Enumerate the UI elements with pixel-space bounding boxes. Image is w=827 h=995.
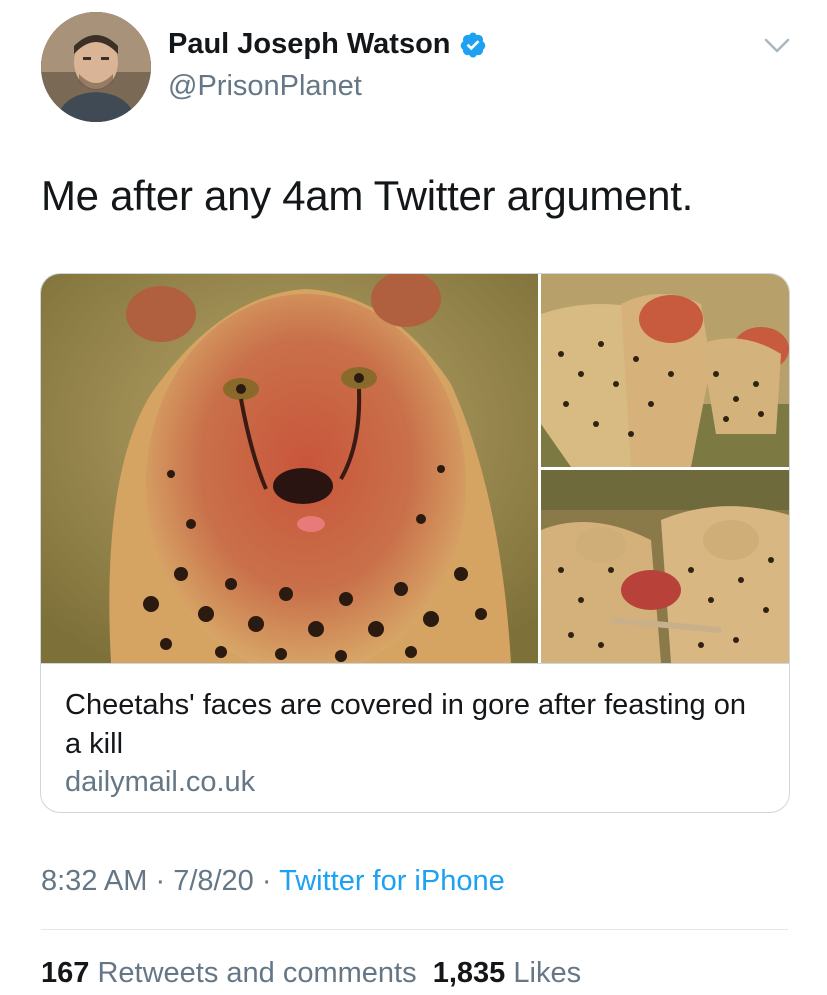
card-body[interactable]: Cheetahs' faces are covered in gore afte… <box>41 663 789 812</box>
tweet-stats: 167 Retweets and comments 1,835 Likes <box>41 957 581 990</box>
author-handle[interactable]: @PrisonPlanet <box>168 70 362 103</box>
meta-separator: · <box>253 865 280 897</box>
cheetahs-feeding-photo <box>541 470 789 663</box>
card-title[interactable]: Cheetahs' faces are covered in gore afte… <box>65 686 755 764</box>
author-avatar[interactable] <box>41 12 151 122</box>
retweets-label: Retweets and comments <box>97 957 417 989</box>
meta-separator: · <box>147 865 174 897</box>
chevron-down-icon[interactable] <box>764 38 790 54</box>
tweet-date[interactable]: 7/8/20 <box>173 865 254 897</box>
tweet-source-link[interactable]: Twitter for iPhone <box>279 865 505 897</box>
tweet-text: Me after any 4am Twitter argument. <box>41 172 693 219</box>
author-name[interactable]: Paul Joseph Watson <box>168 28 451 61</box>
link-card[interactable]: Cheetahs' faces are covered in gore afte… <box>40 273 790 813</box>
two-cheetahs-image <box>541 274 789 467</box>
author-name-row[interactable]: Paul Joseph Watson <box>168 28 487 61</box>
avatar-photo <box>41 12 151 122</box>
tweet-time[interactable]: 8:32 AM <box>41 865 147 897</box>
verified-badge-icon <box>460 31 485 58</box>
likes-label: Likes <box>513 957 582 989</box>
cheetah-closeup-photo <box>41 274 538 663</box>
likes-stat[interactable]: 1,835 Likes <box>433 957 581 989</box>
retweets-stat[interactable]: 167 Retweets and comments <box>41 957 417 989</box>
retweets-count: 167 <box>41 957 90 989</box>
card-domain: dailymail.co.uk <box>65 766 256 798</box>
likes-count: 1,835 <box>432 957 506 989</box>
stats-divider <box>41 929 788 930</box>
two-cheetahs-photo <box>541 274 789 467</box>
cheetah-closeup-image <box>41 274 538 663</box>
cheetahs-feeding-image <box>541 470 789 663</box>
tweet-meta: 8:32 AM · 7/8/20 · Twitter for iPhone <box>41 865 505 898</box>
